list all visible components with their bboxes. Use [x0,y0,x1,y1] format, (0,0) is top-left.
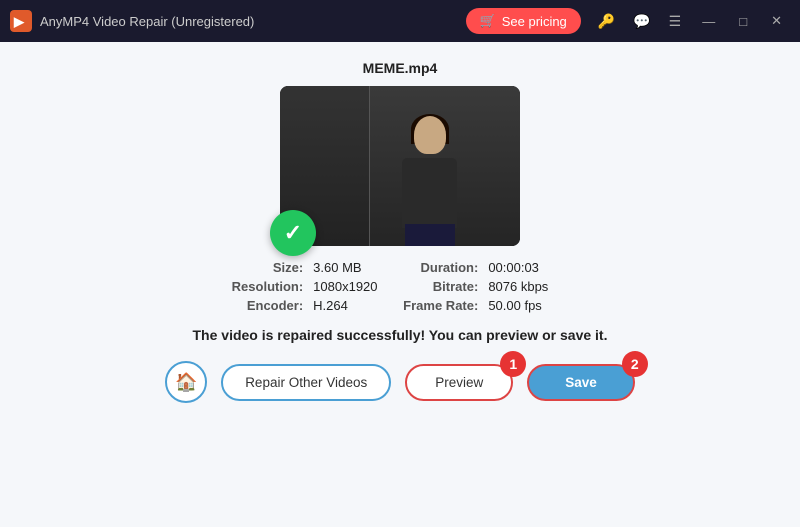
size-label: Size: [232,260,304,275]
home-icon: 🏠 [175,372,197,393]
see-pricing-button[interactable]: 🛒 See pricing [466,8,581,34]
person-body [402,158,457,228]
app-logo-icon: ▶ [10,10,32,32]
chat-icon-button[interactable]: 💬 [628,12,655,30]
menu-icon-button[interactable]: ☰ [664,12,687,30]
person-legs [405,224,455,246]
repair-complete-check: ✓ [270,210,316,256]
encoder-label: Encoder: [232,298,304,313]
svg-text:▶: ▶ [13,14,25,29]
person-figure [370,106,490,246]
close-button[interactable]: ✕ [763,9,790,33]
resolution-label: Resolution: [232,279,304,294]
bottom-actions: 🏠 Repair Other Videos Preview 1 Save 2 [165,361,635,403]
title-bar: ▶ AnyMP4 Video Repair (Unregistered) 🛒 S… [0,0,800,42]
home-button[interactable]: 🏠 [165,361,207,403]
framerate-value: 50.00 fps [488,298,568,313]
step-2-badge: 2 [622,351,648,377]
framerate-label: Frame Rate: [403,298,478,313]
success-message: The video is repaired successfully! You … [193,327,608,343]
step-1-badge: 1 [500,351,526,377]
maximize-button[interactable]: □ [731,10,755,33]
person-head [414,116,446,154]
cart-icon: 🛒 [480,13,496,29]
key-icon-button[interactable]: 🔑 [593,12,620,30]
duration-value: 00:00:03 [488,260,568,275]
size-value: 3.60 MB [313,260,393,275]
bitrate-value: 8076 kbps [488,279,568,294]
preview-button[interactable]: Preview [405,364,513,401]
main-content: MEME.mp4 ✓ Size: 3.60 MB Duration: 00:00… [0,42,800,527]
file-info: Size: 3.60 MB Duration: 00:00:03 Resolut… [232,260,569,313]
app-title: AnyMP4 Video Repair (Unregistered) [40,14,466,29]
minimize-button[interactable]: — [694,10,723,33]
video-preview-container: ✓ [280,86,520,246]
resolution-value: 1080x1920 [313,279,393,294]
repair-other-videos-button[interactable]: Repair Other Videos [221,364,391,401]
title-bar-controls: 🔑 💬 ☰ — □ ✕ [593,9,790,33]
save-button[interactable]: Save [527,364,635,401]
video-inner [280,86,520,246]
encoder-value: H.264 [313,298,393,313]
video-filename: MEME.mp4 [363,60,438,76]
bitrate-label: Bitrate: [403,279,478,294]
duration-label: Duration: [403,260,478,275]
save-btn-wrapper: Save 2 [527,364,635,401]
video-preview [280,86,520,246]
preview-btn-wrapper: Preview 1 [405,364,513,401]
